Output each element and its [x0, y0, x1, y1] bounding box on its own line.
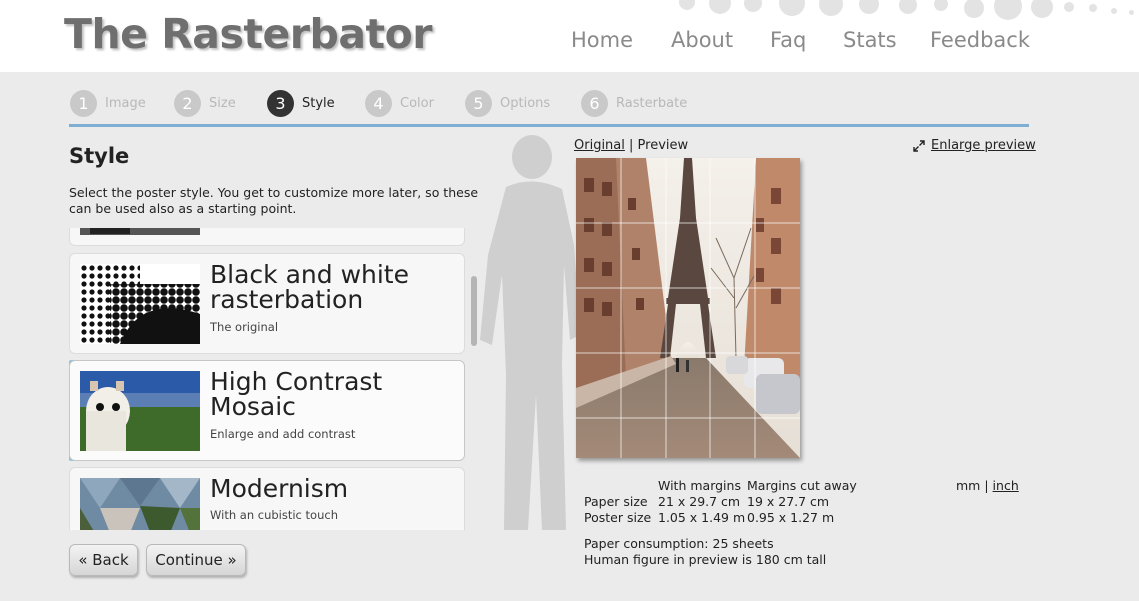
- poster-size-label: Poster size: [584, 510, 652, 525]
- section-title: Style: [69, 144, 130, 168]
- style-thumbnail: [80, 371, 200, 451]
- nav-home-link[interactable]: Home: [571, 28, 633, 52]
- enlarge-preview[interactable]: Enlarge preview: [913, 138, 1036, 153]
- step-number: 5: [465, 89, 492, 117]
- step-number: 6: [581, 89, 608, 117]
- style-option-subtitle: With an cubistic touch: [210, 508, 338, 522]
- step-color[interactable]: 4 Color: [365, 89, 434, 117]
- style-option-modernism[interactable]: Modernism With an cubistic touch: [69, 467, 465, 530]
- col-cut-away-header: Margins cut away: [747, 478, 857, 493]
- style-option-title: High Contrast Mosaic: [210, 367, 383, 421]
- style-thumbnail: [80, 478, 200, 530]
- decorative-dots: [619, 0, 1139, 22]
- unit-mm: mm: [956, 478, 981, 493]
- section-description: Select the poster style. You get to cust…: [69, 185, 479, 216]
- style-option-previous[interactable]: [69, 228, 465, 246]
- nav-feedback-link[interactable]: Feedback: [930, 28, 1030, 52]
- preview-label: Preview: [637, 138, 689, 153]
- step-size[interactable]: 2 Size: [174, 89, 236, 117]
- style-list-scrollbar[interactable]: [471, 276, 477, 346]
- step-label: Rasterbate: [616, 95, 688, 111]
- step-image[interactable]: 1 Image: [70, 89, 146, 117]
- expand-icon: [913, 139, 925, 152]
- preview-separator: |: [629, 138, 634, 153]
- step-options[interactable]: 5 Options: [465, 89, 550, 117]
- wizard-steps: 1 Image 2 Size 3 Style 4 Color 5 Options…: [70, 89, 1030, 119]
- human-figure-note: Human figure in preview is 180 cm tall: [584, 552, 827, 567]
- paper-size-with-margins: 21 x 29.7 cm: [658, 494, 741, 509]
- unit-separator: |: [984, 478, 989, 493]
- col-with-margins-header: With margins: [658, 478, 741, 493]
- step-style[interactable]: 3 Style: [267, 89, 335, 117]
- step-number: 1: [70, 89, 97, 117]
- style-option-title: Modernism: [210, 474, 349, 503]
- poster-size-cut-away: 0.95 x 1.27 m: [747, 510, 835, 525]
- steps-divider: [69, 124, 1029, 127]
- back-button[interactable]: « Back: [69, 544, 138, 576]
- human-silhouette: [480, 135, 580, 530]
- preview-toggle: Original | Preview: [574, 138, 688, 153]
- nav-faq-link[interactable]: Faq: [770, 28, 806, 52]
- step-number: 3: [267, 89, 294, 117]
- style-option-bw-rasterbation[interactable]: Black and white rasterbation The origina…: [69, 253, 465, 354]
- unit-inch-link[interactable]: inch: [993, 478, 1019, 493]
- style-option-subtitle: Enlarge and add contrast: [210, 427, 356, 441]
- poster-size-with-margins: 1.05 x 1.49 m: [658, 510, 746, 525]
- site-header: The Rasterbator Home About Faq Stats Fee…: [0, 0, 1139, 72]
- step-label: Color: [400, 95, 434, 111]
- step-label: Image: [105, 95, 146, 111]
- style-list[interactable]: Black and white rasterbation The origina…: [69, 228, 467, 530]
- original-link[interactable]: Original: [574, 138, 625, 153]
- style-option-title: Black and white rasterbation: [210, 260, 409, 314]
- paper-size-cut-away: 19 x 27.7 cm: [747, 494, 830, 509]
- style-thumbnail: [80, 228, 200, 235]
- step-label: Options: [500, 95, 551, 111]
- nav-stats-link[interactable]: Stats: [843, 28, 897, 52]
- site-logo[interactable]: The Rasterbator: [64, 10, 433, 58]
- style-option-high-contrast-mosaic[interactable]: High Contrast Mosaic Enlarge and add con…: [69, 360, 465, 461]
- paper-consumption: Paper consumption: 25 sheets: [584, 536, 774, 551]
- enlarge-preview-link[interactable]: Enlarge preview: [931, 138, 1036, 153]
- step-rasterbate[interactable]: 6 Rasterbate: [581, 89, 687, 117]
- step-label: Size: [209, 95, 236, 111]
- poster-preview: [576, 158, 800, 458]
- step-number: 2: [174, 89, 201, 117]
- step-number: 4: [365, 89, 392, 117]
- nav-about-link[interactable]: About: [671, 28, 733, 52]
- paper-size-label: Paper size: [584, 494, 648, 509]
- unit-switch: mm | inch: [956, 478, 1019, 493]
- continue-button[interactable]: Continue »: [146, 544, 246, 576]
- step-label: Style: [302, 95, 335, 111]
- style-thumbnail: [80, 264, 200, 344]
- style-option-subtitle: The original: [210, 320, 279, 334]
